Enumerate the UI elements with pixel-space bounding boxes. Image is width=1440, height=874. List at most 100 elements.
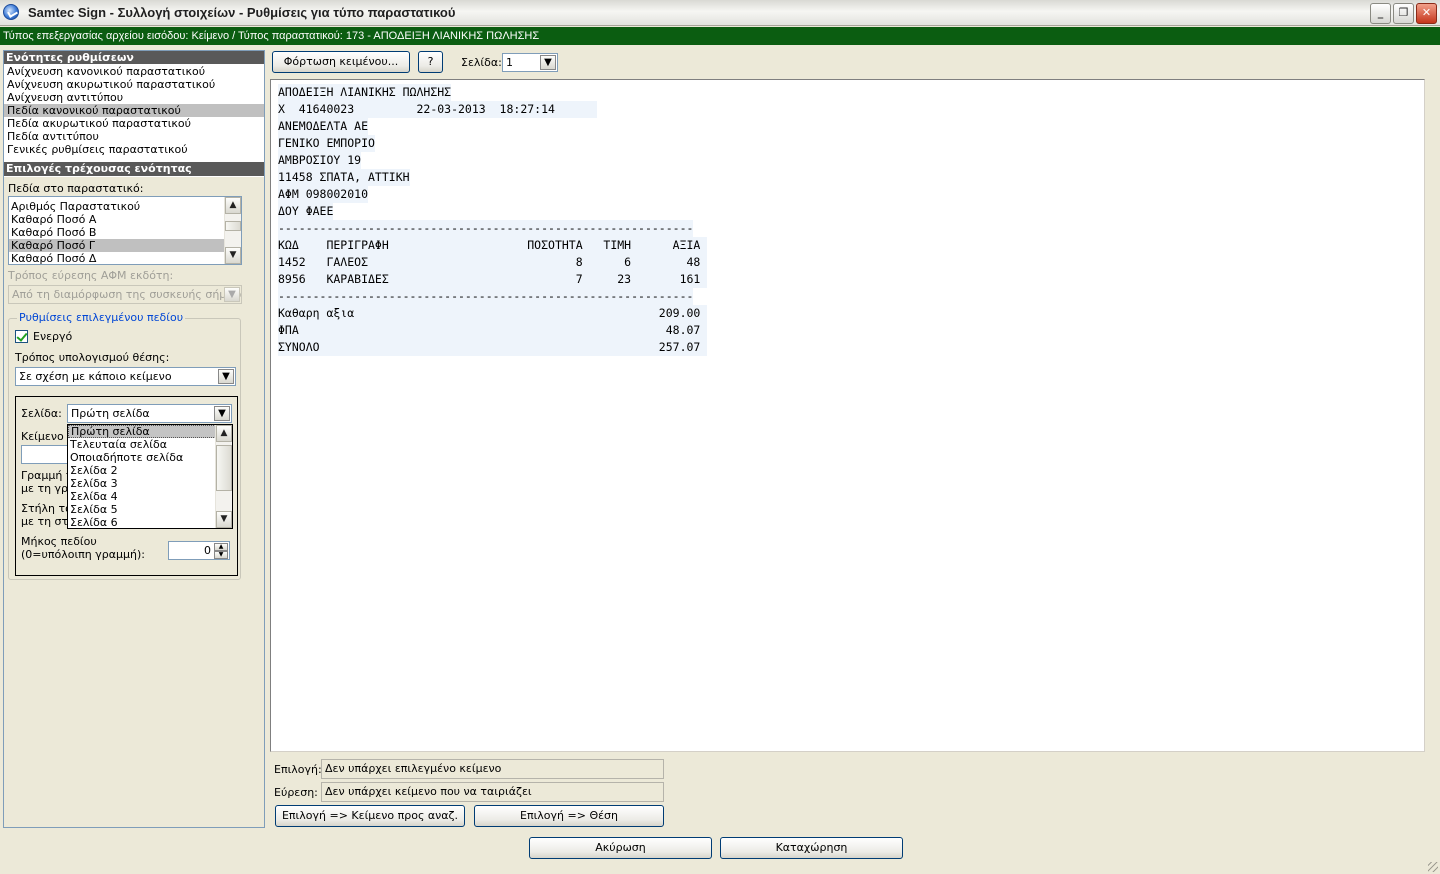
document-line[interactable]: ΑΦΜ 098002010: [278, 186, 369, 203]
page-dropdown-scrollbar[interactable]: ▲ ▼: [215, 425, 232, 528]
section-item[interactable]: Ανίχνευση κανονικού παραστατικού: [4, 65, 264, 78]
position-method-select[interactable]: Σε σχέση με κάποιο κείμενο ▼: [15, 367, 236, 386]
arrow-down-icon[interactable]: ▼: [214, 551, 228, 559]
document-line[interactable]: ΑΜΒΡΟΣΙΟΥ 19: [278, 152, 362, 169]
document-line[interactable]: Καθαρη αξια 209.00: [278, 305, 708, 322]
document-line[interactable]: Χ 41640023 22-03-2013 18:27:14: [278, 101, 597, 118]
arrow-down-icon[interactable]: ▼: [225, 247, 241, 264]
selected-field-settings: Ρυθμίσεις επιλεγμένου πεδίου Ενεργό Τρόπ…: [8, 311, 241, 580]
arrow-down-icon[interactable]: ▼: [216, 511, 232, 528]
arrow-up-icon[interactable]: ▲: [214, 543, 228, 551]
afm-method-label: Τρόπος εύρεσης ΑΦΜ εκδότη:: [8, 269, 174, 282]
page-option[interactable]: Σελίδα 3: [68, 477, 216, 490]
page-select-value: Πρώτη σελίδα: [71, 407, 150, 420]
document-line[interactable]: ----------------------------------------…: [278, 288, 694, 305]
field-length-label: Μήκος πεδίου: [21, 535, 97, 548]
afm-method-select: Από τη διαμόρφωση της συσκευής σήμανσης …: [8, 285, 242, 304]
field-item-selected[interactable]: Καθαρό Ποσό Γ: [9, 239, 224, 252]
help-button[interactable]: ?: [418, 51, 443, 73]
fields-scrollbar[interactable]: ▲ ▼: [224, 197, 241, 264]
document-line[interactable]: ΣΥΝΟΛΟ 257.07: [278, 339, 708, 356]
arrow-up-icon[interactable]: ▲: [225, 197, 241, 214]
save-button[interactable]: Καταχώρηση: [720, 837, 903, 859]
page-number-select[interactable]: 1 ▼: [502, 53, 558, 72]
document-type-status: Τύπος επεξεργασίας αρχείου εισόδου: Κείμ…: [0, 27, 1440, 45]
title-bar: Samtec Sign - Συλλογή στοιχείων - Ρυθμίσ…: [0, 0, 1440, 26]
field-length-label-2: (0=υπόλοιπη γραμμή):: [21, 548, 145, 561]
sections-list[interactable]: Ανίχνευση κανονικού παραστατικού Ανίχνευ…: [4, 65, 264, 156]
chevron-down-icon[interactable]: ▼: [218, 369, 234, 384]
document-line[interactable]: ΑΝΕΜΟΔΕΛΤΑ ΑΕ: [278, 118, 369, 135]
section-item-selected[interactable]: Πεδία κανονικού παραστατικού: [4, 104, 264, 117]
field-length-value: 0: [204, 544, 211, 557]
field-item[interactable]: Καθαρό Ποσό Δ: [9, 252, 224, 264]
active-label: Ενεργό: [33, 330, 73, 343]
page-option[interactable]: Σελίδα 6: [68, 516, 216, 528]
load-text-button[interactable]: Φόρτωση κειμένου...: [272, 51, 410, 73]
section-item[interactable]: Πεδία ακυρωτικού παραστατικού: [4, 117, 264, 130]
selection-field: Δεν υπάρχει επιλεγμένο κείμενο: [321, 759, 664, 779]
search-text-label: Κείμενο π: [21, 430, 74, 443]
minimize-button[interactable]: _: [1370, 3, 1391, 24]
group-title: Ρυθμίσεις επιλεγμένου πεδίου: [17, 311, 186, 324]
cancel-button[interactable]: Ακύρωση: [529, 837, 712, 859]
document-line[interactable]: 11458 ΣΠΑΤΑ, ΑΤΤΙΚΗ: [278, 169, 410, 186]
scroll-thumb[interactable]: [216, 445, 232, 491]
section-item[interactable]: Γενικές ρυθμίσεις παραστατικού: [4, 143, 264, 156]
chevron-down-icon[interactable]: ▼: [540, 55, 556, 70]
line-label: Γραμμή τ: [21, 469, 73, 482]
window-title: Samtec Sign - Συλλογή στοιχείων - Ρυθμίσ…: [28, 5, 456, 20]
document-line[interactable]: 8956 ΚΑΡΑΒΙΔΕΣ 7 23 161: [278, 271, 708, 288]
page-select[interactable]: Πρώτη σελίδα ▼: [67, 404, 232, 423]
section-item[interactable]: Ανίχνευση αντιτύπου: [4, 91, 264, 104]
search-result-field: Δεν υπάρχει κείμενο που να ταιριάζει: [321, 782, 664, 802]
document-text-view[interactable]: ΑΠΟΔΕΙΞΗ ΛΙΑΝΙΚΗΣ ΠΩΛΗΣΗΣ Χ 41640023 22-…: [270, 79, 1425, 752]
page-label: Σελίδα:: [21, 407, 62, 420]
document-line[interactable]: ΓΕΝΙΚΟ ΕΜΠΟΡΙΟ: [278, 135, 375, 152]
maximize-button[interactable]: ❐: [1393, 3, 1414, 24]
section-item[interactable]: Πεδία αντιτύπου: [4, 130, 264, 143]
section-item[interactable]: Ανίχνευση ακυρωτικού παραστατικού: [4, 78, 264, 91]
field-item[interactable]: Καθαρό Ποσό Β: [9, 226, 224, 239]
position-method-value: Σε σχέση με κάποιο κείμενο: [19, 370, 172, 383]
fields-label: Πεδία στο παραστατικό:: [8, 182, 144, 195]
arrow-up-icon[interactable]: ▲: [216, 425, 232, 442]
document-line[interactable]: ΔΟΥ ΦΑΕΕ: [278, 203, 334, 220]
field-length-spinner[interactable]: 0 ▲ ▼: [168, 541, 230, 560]
search-label: Εύρεση:: [274, 786, 318, 799]
position-settings-box: Σελίδα: Πρώτη σελίδα ▼ Κείμενο π Γραμμή …: [15, 396, 238, 576]
page-option[interactable]: Τελευταία σελίδα: [68, 438, 216, 451]
document-line[interactable]: ΦΠΑ 48.07: [278, 322, 708, 339]
position-method-label: Τρόπος υπολογισμού θέσης:: [15, 351, 170, 364]
page-option[interactable]: Οποιαδήποτε σελίδα: [68, 451, 216, 464]
field-item[interactable]: Καθαρό Ποσό Α: [9, 213, 224, 226]
page-option[interactable]: Σελίδα 2: [68, 464, 216, 477]
select-to-search-text-button[interactable]: Επιλογή => Κείμενο προς αναζ.: [275, 805, 465, 827]
page-option[interactable]: Σελίδα 5: [68, 503, 216, 516]
document-line[interactable]: ----------------------------------------…: [278, 220, 694, 237]
document-line[interactable]: 1452 ΓΑΛΕΟΣ 8 6 48: [278, 254, 708, 271]
document-line[interactable]: ΑΠΟΔΕΙΞΗ ΛΙΑΝΙΚΗΣ ΠΩΛΗΣΗΣ: [278, 84, 452, 101]
page-number-value: 1: [506, 56, 513, 69]
page-option-highlighted[interactable]: Πρώτη σελίδα: [68, 425, 216, 438]
page-number-label: Σελίδα:: [461, 56, 502, 69]
selection-label: Επιλογή:: [274, 763, 322, 776]
sections-header: Ενότητες ρυθμίσεων: [4, 51, 264, 64]
select-to-position-button[interactable]: Επιλογή => Θέση: [474, 805, 664, 827]
resize-grip-icon[interactable]: [1428, 862, 1438, 872]
app-icon[interactable]: [3, 4, 19, 20]
settings-panel: Ενότητες ρυθμίσεων Ανίχνευση κανονικού π…: [3, 50, 265, 828]
options-header: Επιλογές τρέχουσας ενότητας: [4, 162, 264, 176]
page-dropdown-list[interactable]: Πρώτη σελίδα Τελευταία σελίδα Οποιαδήποτ…: [67, 424, 233, 529]
scroll-thumb[interactable]: [225, 221, 241, 231]
afm-method-value: Από τη διαμόρφωση της συσκευής σήμανσης: [12, 288, 242, 301]
options-area: Πεδία στο παραστατικό: Αριθμός Παραστατι…: [4, 177, 264, 827]
page-option[interactable]: Σελίδα 4: [68, 490, 216, 503]
chevron-down-icon: ▼: [224, 287, 240, 302]
field-item[interactable]: Αριθμός Παραστατικού: [9, 200, 224, 213]
close-button[interactable]: ✕: [1416, 3, 1437, 24]
active-checkbox[interactable]: [15, 330, 28, 343]
fields-list[interactable]: Αριθμός Παραστατικού Καθαρό Ποσό Α Καθαρ…: [8, 196, 242, 265]
document-line[interactable]: ΚΩΔ ΠΕΡΙΓΡΑΦΗ ΠΟΣΟΤΗΤΑ ΤΙΜΗ ΑΞΙΑ: [278, 237, 708, 254]
chevron-down-icon[interactable]: ▼: [214, 406, 230, 421]
